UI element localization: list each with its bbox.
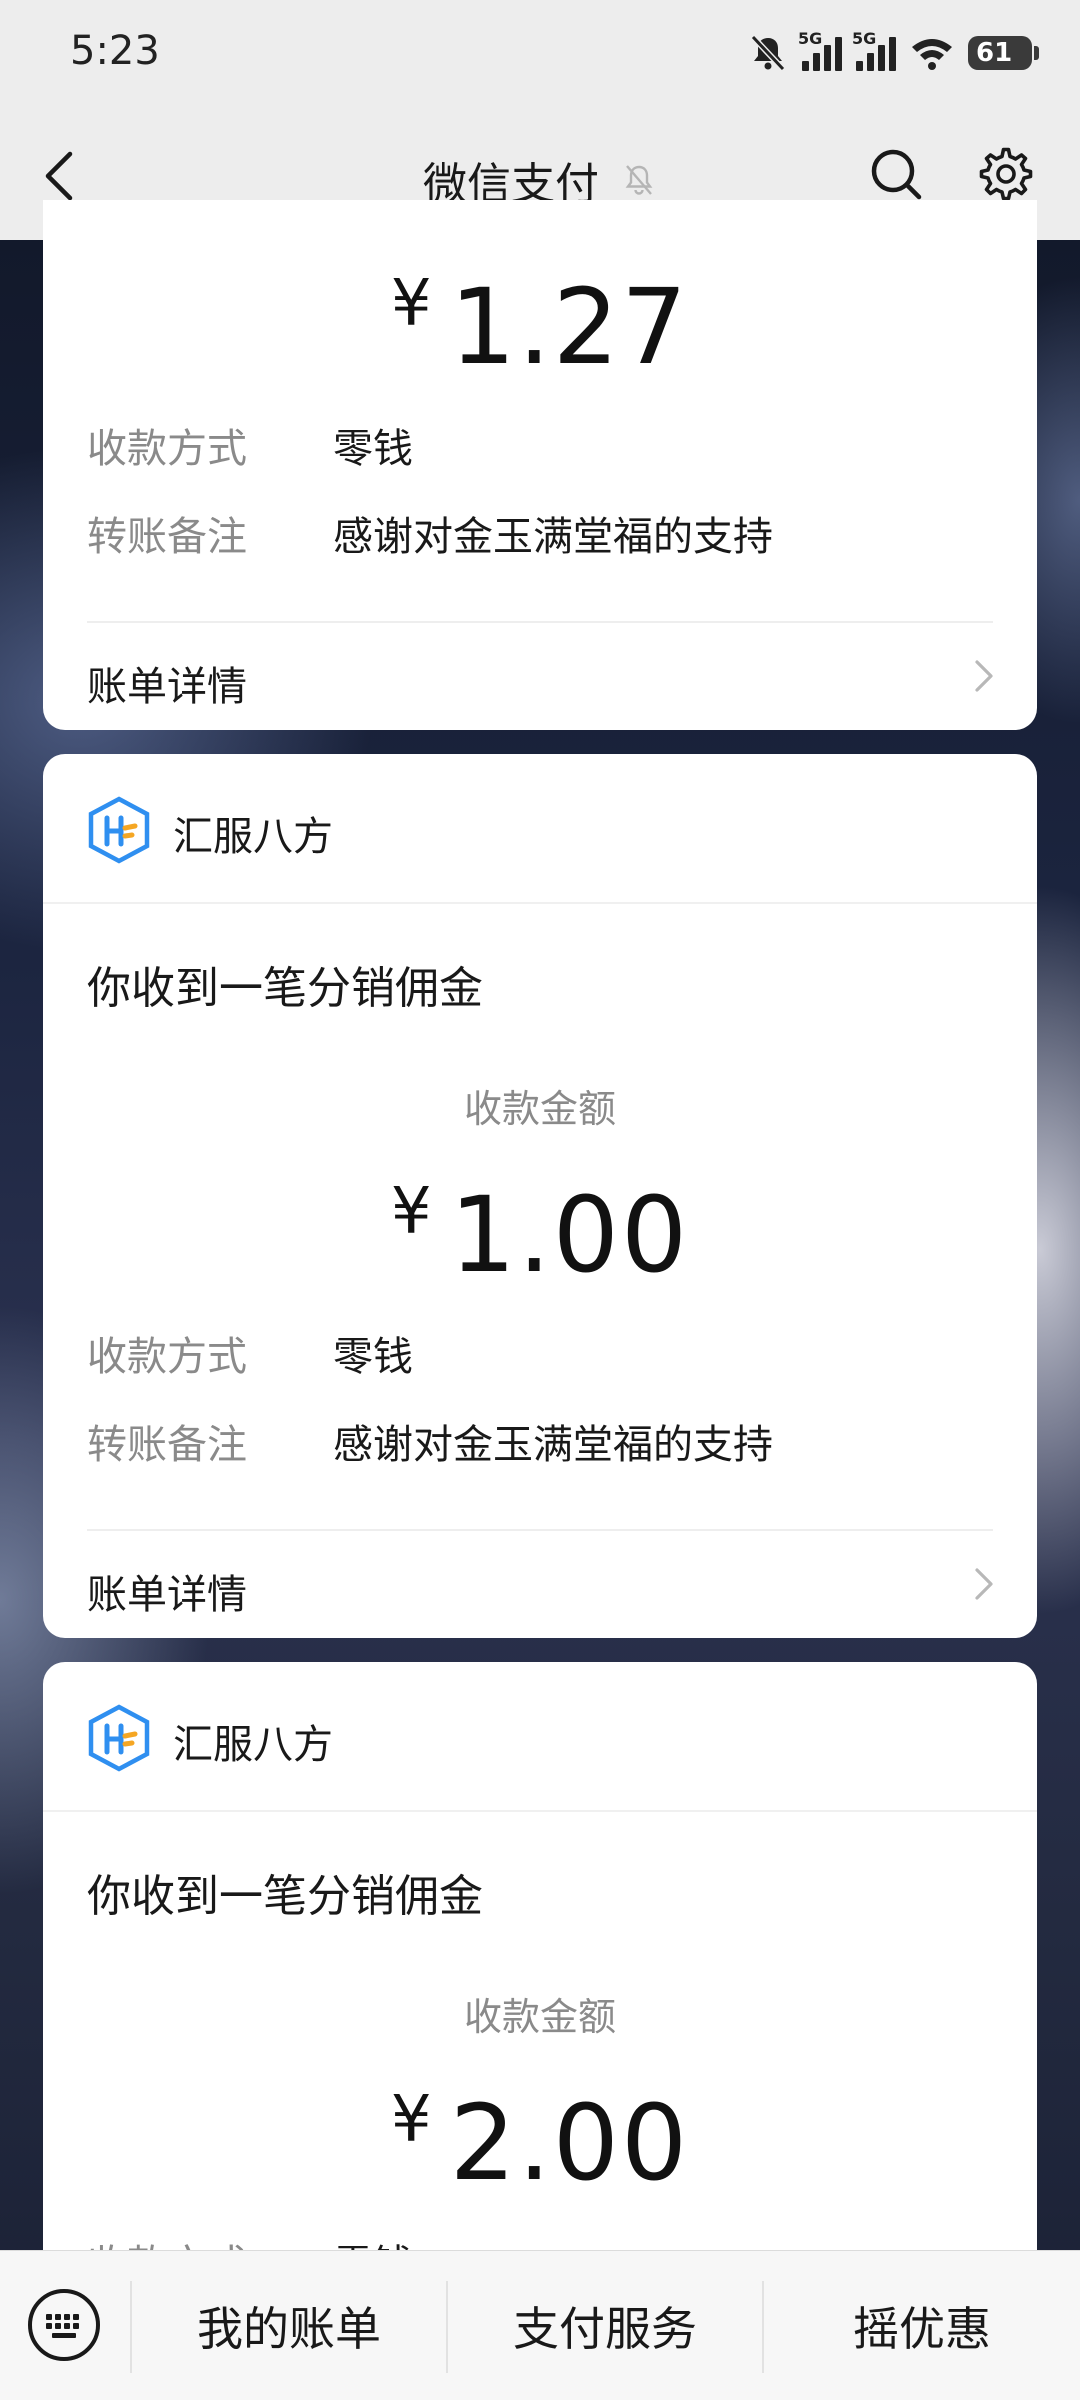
battery-level: 61 xyxy=(976,38,1013,68)
menu-shake-deals[interactable]: 摇优惠 xyxy=(764,2293,1080,2363)
network-type-1: 5G xyxy=(798,29,823,48)
search-icon[interactable] xyxy=(868,146,924,202)
payment-method-label: 收款方式 xyxy=(87,426,247,472)
amount-label: 收款金额 xyxy=(463,1087,616,1131)
amount: ¥2.00 xyxy=(43,2082,1037,2204)
chevron-right-icon xyxy=(975,1568,993,1600)
amount: ¥1.27 xyxy=(43,266,1037,388)
notice-title: 你收到一笔分销佣金 xyxy=(87,963,483,1014)
gear-icon[interactable] xyxy=(976,144,1036,204)
divider xyxy=(87,621,993,623)
status-time: 5:23 xyxy=(70,28,160,74)
payment-method-row: 收款方式 零钱 xyxy=(87,416,413,474)
transfer-note-value: 感谢对金玉满堂福的支持 xyxy=(333,514,773,560)
notice-title: 你收到一笔分销佣金 xyxy=(87,1871,483,1922)
merchant-name: 汇服八方 xyxy=(173,1722,333,1768)
wifi-icon xyxy=(912,39,952,70)
battery-indicator: 61 xyxy=(968,36,1039,70)
status-icons: 5G 5G 61 xyxy=(748,29,1039,76)
currency-symbol: ¥ xyxy=(390,1175,432,1249)
keyboard-icon[interactable] xyxy=(26,2287,102,2363)
transfer-note-row: 转账备注 感谢对金玉满堂福的支持 xyxy=(87,504,773,562)
payment-method-row: 收款方式 零钱 xyxy=(87,1324,413,1382)
amount-value: 1.00 xyxy=(449,1174,690,1296)
payment-method-value: 零钱 xyxy=(333,426,413,472)
bill-details-link[interactable]: 账单详情 xyxy=(87,636,997,716)
merchant-row[interactable]: 汇服八方 xyxy=(43,754,1037,904)
bill-details-link[interactable]: 账单详情 xyxy=(87,1544,997,1624)
amount-label: 收款金额 xyxy=(463,1995,616,2039)
merchant-logo xyxy=(88,796,150,864)
amount: ¥1.00 xyxy=(43,1174,1037,1296)
merchant-logo xyxy=(88,1704,150,1772)
currency-symbol: ¥ xyxy=(390,267,432,341)
mute-icon xyxy=(625,165,653,195)
amount-value: 1.27 xyxy=(449,266,690,388)
bill-details-label: 账单详情 xyxy=(87,664,247,710)
transfer-note-label: 转账备注 xyxy=(87,514,247,560)
payment-method-label: 收款方式 xyxy=(87,1334,247,1380)
menu-my-bills[interactable]: 我的账单 xyxy=(132,2293,446,2363)
cellular-signal-2-icon: 5G xyxy=(852,29,896,71)
bill-details-label: 账单详情 xyxy=(87,1572,247,1618)
cellular-signal-1-icon: 5G xyxy=(798,29,842,71)
divider xyxy=(87,1529,993,1531)
transfer-note-value: 感谢对金玉满堂福的支持 xyxy=(333,1422,773,1468)
status-bar: 5:23 5G 5G 61 xyxy=(0,0,1080,110)
currency-symbol: ¥ xyxy=(390,2083,432,2157)
bottom-menu-bar: 我的账单 支付服务 摇优惠 xyxy=(0,2250,1080,2400)
payment-method-value: 零钱 xyxy=(333,1334,413,1380)
transfer-note-row: 转账备注 感谢对金玉满堂福的支持 xyxy=(87,1412,773,1470)
merchant-name: 汇服八方 xyxy=(173,814,333,860)
amount-value: 2.00 xyxy=(449,2082,690,2204)
notifications-muted-icon xyxy=(750,34,786,72)
chevron-right-icon xyxy=(975,660,993,692)
network-type-2: 5G xyxy=(852,29,877,48)
transfer-note-label: 转账备注 xyxy=(87,1422,247,1468)
payment-card-2: 汇服八方 你收到一笔分销佣金 收款金额 ¥1.00 收款方式 零钱 转账备注 感… xyxy=(43,754,1037,1638)
payment-card-1: ¥1.27 收款方式 零钱 转账备注 感谢对金玉满堂福的支持 账单详情 xyxy=(43,200,1037,730)
merchant-row[interactable]: 汇服八方 xyxy=(43,1662,1037,1812)
menu-payment-services[interactable]: 支付服务 xyxy=(448,2293,762,2363)
